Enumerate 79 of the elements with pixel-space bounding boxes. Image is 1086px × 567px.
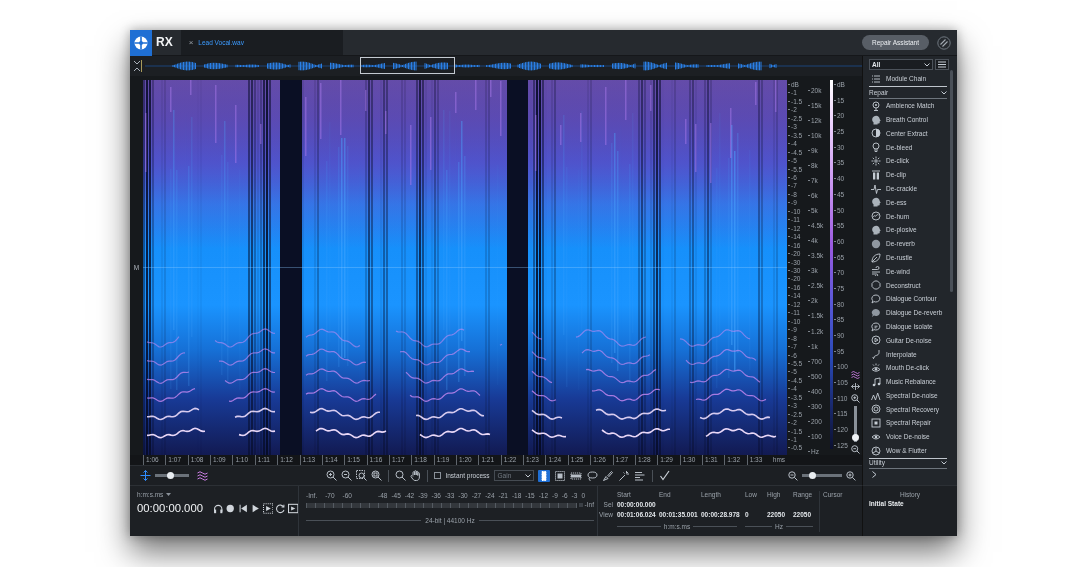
- bulb-icon: [871, 142, 881, 153]
- zoom-out-icon[interactable]: [788, 470, 798, 481]
- play-selection-icon[interactable]: [262, 503, 274, 515]
- wheel-icon: [871, 445, 881, 456]
- chevron-down-icon: [941, 90, 947, 95]
- visible-range-frame[interactable]: [360, 57, 455, 74]
- menu-icon: [938, 61, 946, 68]
- logo-text: RX: [156, 35, 173, 50]
- magic-wand-icon[interactable]: [617, 469, 630, 482]
- zoom-frame-icon[interactable]: [371, 470, 383, 481]
- filled-bubble-icon: [871, 307, 881, 318]
- play-icon[interactable]: [250, 503, 261, 515]
- speech-bubble-icon: [871, 294, 881, 305]
- cross-arrows-icon[interactable]: [140, 470, 151, 481]
- zoom-out-icon[interactable]: [851, 445, 860, 454]
- logo-icon: [130, 30, 152, 56]
- skip-to-start-icon[interactable]: [237, 503, 249, 515]
- clip-indicator: [578, 503, 583, 508]
- octagon-icon: [871, 280, 881, 291]
- chevron-down-icon: [924, 62, 930, 67]
- lasso-icon[interactable]: [585, 469, 598, 482]
- head-silhouette-icon: [871, 197, 881, 208]
- slider-thumb[interactable]: [808, 472, 816, 479]
- instant-process-checkbox[interactable]: [434, 472, 442, 479]
- record-icon[interactable]: [225, 503, 236, 515]
- play-circle-icon: [871, 335, 881, 346]
- leaf-icon: [871, 252, 881, 263]
- slider-track[interactable]: [852, 406, 859, 442]
- frame-play-icon[interactable]: [287, 503, 299, 515]
- magnifier-icon[interactable]: [395, 470, 407, 481]
- eye-rays-icon: [871, 363, 881, 374]
- ring-icon: [871, 404, 881, 415]
- arrows-icon[interactable]: [851, 382, 860, 391]
- chevron-right-icon[interactable]: [872, 471, 877, 479]
- square-frame-icon: [871, 418, 881, 429]
- close-tab-button[interactable]: ×: [188, 38, 194, 47]
- hand-icon[interactable]: [410, 470, 422, 481]
- zoom-in-icon[interactable]: [326, 470, 338, 481]
- waves-icon[interactable]: [197, 470, 208, 481]
- harmonic-selection-icon[interactable]: [633, 469, 646, 482]
- half-circle-icon: [871, 128, 881, 139]
- spectrogram-drawing[interactable]: [143, 80, 787, 455]
- waves-icon[interactable]: [851, 370, 860, 379]
- loop-icon[interactable]: [275, 503, 286, 515]
- diagonal-lines-icon[interactable]: [937, 35, 951, 50]
- head-silhouette-icon: [871, 114, 881, 125]
- zoom-out-icon[interactable]: [341, 470, 353, 481]
- list-icon: [871, 74, 881, 84]
- brush-icon[interactable]: [601, 469, 614, 482]
- speech-lines-icon: [871, 321, 881, 332]
- wave-circle-icon: [871, 211, 881, 222]
- zoom-in-icon[interactable]: [851, 394, 860, 403]
- time-selection-icon[interactable]: [537, 469, 550, 482]
- eye-icon: [871, 432, 881, 442]
- slider-thumb[interactable]: [852, 434, 859, 442]
- checkmark-icon[interactable]: [658, 470, 670, 481]
- frequency-selection-icon[interactable]: [569, 469, 582, 482]
- caret-down-icon: [166, 493, 172, 497]
- scrollbar-thumb[interactable]: [950, 70, 953, 292]
- collapse-arrows-icon[interactable]: [133, 60, 142, 72]
- pulse-line-icon: [871, 183, 881, 194]
- note-icon: [871, 376, 881, 387]
- menu-button[interactable]: [935, 59, 949, 70]
- pin-icon: [871, 100, 881, 111]
- headphones-icon[interactable]: [212, 503, 224, 515]
- filled-circle-icon: [871, 238, 881, 249]
- time-display: 00:00:00.000: [137, 502, 203, 516]
- wind-lines-icon: [871, 266, 881, 277]
- zoom-in-icon[interactable]: [846, 470, 856, 481]
- chevron-down-icon: [524, 473, 531, 478]
- peaks-icon: [871, 390, 881, 401]
- curve-icon: [871, 349, 881, 360]
- slider-thumb[interactable]: [167, 472, 175, 479]
- clip-bars-icon: [871, 169, 881, 180]
- burst-icon: [871, 156, 881, 167]
- chevron-down-icon: [941, 461, 947, 466]
- zoom-selection-icon[interactable]: [356, 470, 368, 481]
- rectangle-selection-icon[interactable]: [553, 469, 566, 482]
- head-silhouette-icon: [871, 225, 881, 236]
